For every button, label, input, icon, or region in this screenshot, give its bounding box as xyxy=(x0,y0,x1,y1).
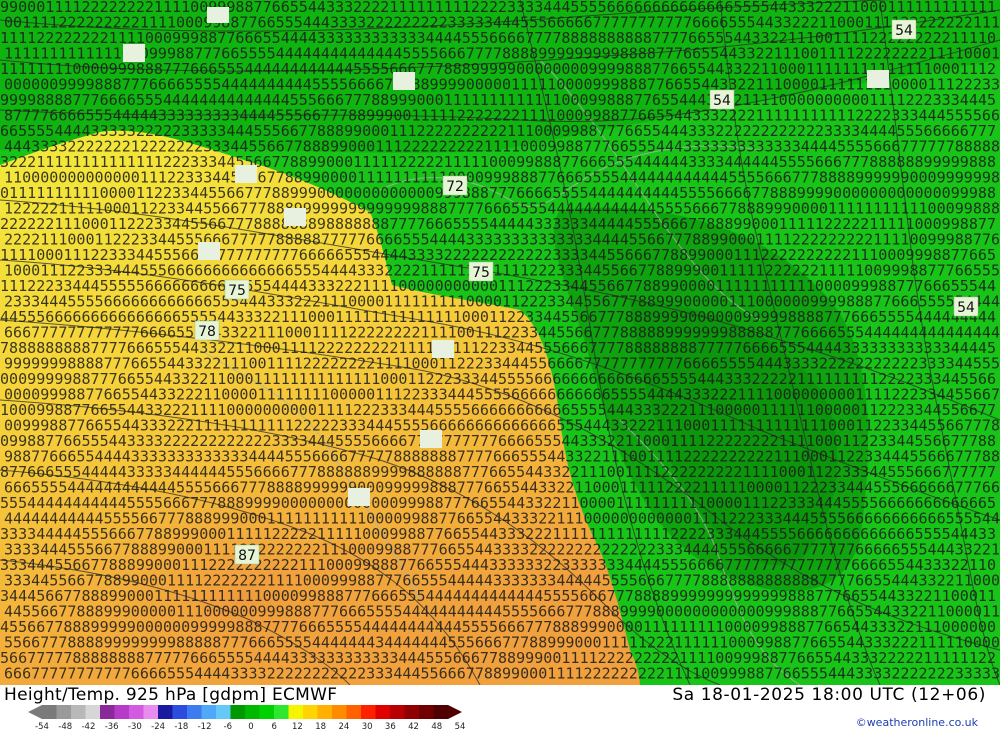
scale-swatch xyxy=(404,705,420,719)
scale-swatch xyxy=(317,705,333,719)
scale-swatch xyxy=(172,705,188,719)
contour-label: 54 xyxy=(891,19,917,40)
scale-tick-label: 0 xyxy=(248,722,254,732)
scale-tick-label: -42 xyxy=(81,722,96,732)
scale-arrow-max xyxy=(448,705,462,719)
scale-tick-label: 18 xyxy=(315,722,327,732)
scale-swatch xyxy=(419,705,434,719)
svg-text:72: 72 xyxy=(446,179,464,195)
scale-swatch xyxy=(56,705,72,719)
grid-value-row: 6667777777777766665554444333322222222222… xyxy=(4,665,1000,683)
svg-text:87: 87 xyxy=(238,548,256,564)
scale-swatch xyxy=(129,705,144,719)
scale-arrow-min xyxy=(28,705,42,719)
scale-swatch xyxy=(375,705,391,719)
svg-text:78: 78 xyxy=(198,324,216,340)
scale-tick-label: 36 xyxy=(384,722,396,732)
svg-text:75: 75 xyxy=(472,265,490,281)
scale-swatch xyxy=(71,705,86,719)
svg-text:54: 54 xyxy=(713,93,731,109)
scale-swatch xyxy=(332,705,347,719)
scale-swatch xyxy=(216,705,231,719)
map-panel: 9900011112222222211110099988776655443332… xyxy=(0,0,1000,685)
map-title: Height/Temp. 925 hPa [gdpm] ECMWF xyxy=(4,685,338,705)
color-scale-labels: -54 -48 -42 -36 -30 -24 -18 -12 -6 0 6 12 18 24 30 36 42… xyxy=(35,722,466,733)
contour-label: 75 xyxy=(468,261,494,282)
scale-tick-label: -6 xyxy=(223,722,233,732)
scale-swatch xyxy=(230,705,246,719)
contour-label: 75 xyxy=(224,279,250,300)
scale-swatch xyxy=(361,705,376,719)
svg-text:54: 54 xyxy=(957,300,975,316)
svg-text:75: 75 xyxy=(228,283,246,299)
temperature-map: 9900011112222222211110099988776655443332… xyxy=(0,0,1000,685)
scale-swatch xyxy=(201,705,217,719)
scale-swatch xyxy=(143,705,159,719)
scale-swatch xyxy=(346,705,362,719)
valid-time: Sa 18-01-2025 18:00 UTC (12+06) xyxy=(672,685,986,705)
map-footer: Height/Temp. 925 hPa [gdpm] ECMWF Sa 18-… xyxy=(0,685,1000,733)
scale-swatch xyxy=(42,705,57,719)
scale-tick-label: -12 xyxy=(197,722,212,732)
scale-swatch xyxy=(303,705,318,719)
temperature-grid-values: 9900011112222222211110099988776655443332… xyxy=(0,0,1000,683)
scale-tick-label: 24 xyxy=(338,722,350,732)
scale-tick-label: 30 xyxy=(361,722,373,732)
scale-tick-label: 54 xyxy=(454,722,466,732)
scale-swatch xyxy=(114,705,130,719)
scale-swatch xyxy=(433,705,449,719)
scale-tick-label: 12 xyxy=(292,722,303,732)
scale-tick-label: 42 xyxy=(408,722,419,732)
scale-tick-label: -24 xyxy=(151,722,166,732)
scale-swatch xyxy=(274,705,289,719)
scale-swatch xyxy=(245,705,260,719)
scale-swatch xyxy=(158,705,173,719)
scale-swatch xyxy=(390,705,405,719)
scale-tick-label: -30 xyxy=(127,722,142,732)
scale-swatch xyxy=(288,705,304,719)
contour-label: 54 xyxy=(709,89,735,110)
svg-text:54: 54 xyxy=(895,23,913,39)
scale-swatch xyxy=(259,705,275,719)
scale-swatch xyxy=(187,705,202,719)
contour-label: 54 xyxy=(953,296,979,317)
scale-swatch xyxy=(100,705,115,719)
scale-tick-label: -18 xyxy=(174,722,189,732)
color-scale-bar xyxy=(28,705,462,719)
scale-tick-label: -48 xyxy=(58,722,73,732)
scale-tick-label: 6 xyxy=(271,722,277,732)
scale-tick-label: -54 xyxy=(35,722,49,732)
scale-tick-label: -36 xyxy=(104,722,119,732)
scale-tick-label: 48 xyxy=(431,722,443,732)
scale-swatch xyxy=(85,705,101,719)
contour-label: 72 xyxy=(442,175,468,196)
contour-label: 78 xyxy=(194,320,220,341)
contour-label: 87 xyxy=(234,544,260,565)
credit-link[interactable]: ©weatheronline.co.uk xyxy=(856,716,978,729)
